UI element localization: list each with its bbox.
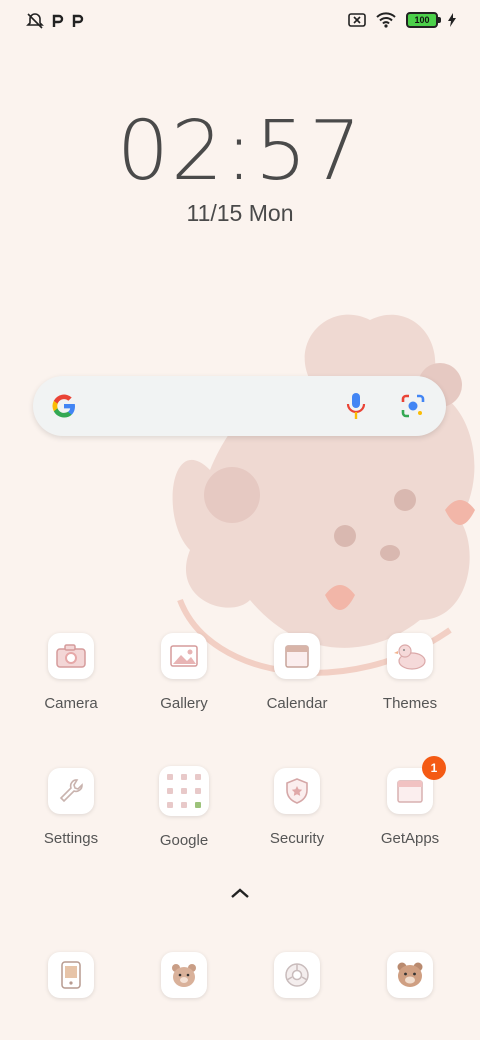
chevron-up-icon[interactable] [229, 886, 251, 900]
shield-icon [274, 768, 320, 814]
charging-icon [448, 13, 456, 27]
calendar-icon [274, 633, 320, 679]
app-label: Gallery [160, 695, 208, 712]
app-security[interactable]: Security [247, 768, 347, 847]
duck-icon [387, 633, 433, 679]
date-day: Mon [248, 200, 294, 226]
bear-chat-icon [387, 952, 433, 998]
sim-off-icon [348, 13, 366, 27]
app-camera[interactable]: Camera [21, 633, 121, 712]
app-settings[interactable]: Settings [21, 768, 121, 847]
lens-icon[interactable] [400, 393, 426, 419]
browser-icon [274, 952, 320, 998]
notification-badge: 1 [422, 756, 446, 780]
app-label: Google [159, 832, 209, 849]
p-icon [72, 14, 84, 27]
folder-icon [159, 766, 209, 816]
app-label: Calendar [266, 695, 328, 712]
dock-messages[interactable] [360, 952, 460, 998]
p-icon [52, 14, 64, 27]
app-label: Security [269, 830, 325, 847]
dock-browser[interactable] [247, 952, 347, 998]
battery-level: 100 [414, 15, 430, 25]
app-gallery[interactable]: Gallery [134, 633, 234, 712]
camera-icon [48, 633, 94, 679]
wrench-icon [48, 768, 94, 814]
google-search-bar[interactable] [33, 376, 446, 436]
app-calendar[interactable]: Calendar [247, 633, 347, 712]
bear-icon [161, 952, 207, 998]
dock-phone[interactable] [21, 952, 121, 998]
status-bar: 100 [0, 0, 480, 44]
app-label: Camera [44, 695, 98, 712]
battery-icon: 100 [406, 12, 441, 28]
app-label: Themes [382, 695, 438, 712]
wifi-icon [376, 12, 396, 28]
gallery-icon [161, 633, 207, 679]
dock-bear-app[interactable] [134, 952, 234, 998]
google-logo [52, 394, 75, 418]
mic-icon[interactable] [346, 392, 366, 420]
app-label: GetApps [380, 830, 440, 847]
notification-off-icon [26, 13, 44, 29]
phone-icon [48, 952, 94, 998]
date-number: 11/15 [186, 200, 243, 226]
app-google-folder[interactable]: Google [134, 766, 234, 849]
clock-time[interactable]: 02:57 [0, 104, 480, 199]
clock-date[interactable]: 11/15 Mon [0, 200, 480, 227]
app-themes[interactable]: Themes [360, 633, 460, 712]
app-label: Settings [43, 830, 99, 847]
app-getapps[interactable]: 1 GetApps [360, 756, 460, 847]
